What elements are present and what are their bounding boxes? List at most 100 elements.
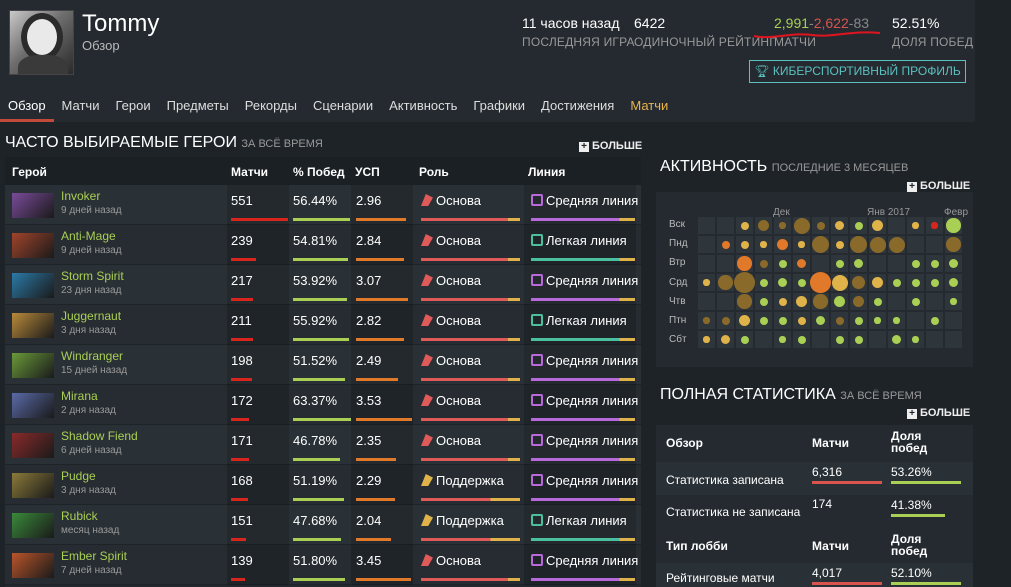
esports-profile-button[interactable]: 🏆︎ КИБЕРСПОРТИВНЫЙ ПРОФИЛЬ <box>749 60 966 83</box>
hero-portrait[interactable] <box>12 473 54 498</box>
tab-achievements[interactable]: Достижения <box>533 94 622 122</box>
activity-day-cell[interactable] <box>945 312 962 329</box>
activity-day-cell[interactable] <box>926 293 943 310</box>
activity-day-cell[interactable] <box>888 217 905 234</box>
heroes-more-button[interactable]: + БОЛЬШЕ <box>579 140 642 152</box>
hero-row[interactable]: Windranger 15 дней назад 198 51.52% 2.49 Осно… <box>5 345 641 385</box>
hero-last-played: 6 дней назад <box>61 445 122 456</box>
hero-portrait[interactable] <box>12 353 54 378</box>
full-stats-more-button[interactable]: + БОЛЬШЕ <box>907 407 970 419</box>
activity-day-cell[interactable] <box>869 255 886 272</box>
activity-dot <box>759 316 768 325</box>
hero-portrait[interactable] <box>12 273 54 298</box>
hero-portrait[interactable] <box>12 313 54 338</box>
hero-row[interactable]: Juggernaut 3 дня назад 211 55.92% 2.82 Основа… <box>5 305 641 345</box>
mid-lane-icon <box>531 434 543 446</box>
hero-portrait[interactable] <box>12 433 54 458</box>
activity-dot <box>797 335 806 344</box>
hero-row[interactable]: Shadow Fiend 6 дней назад 171 46.78% 2.35 Осн… <box>5 425 641 465</box>
activity-dot <box>810 272 831 293</box>
activity-day-cell[interactable] <box>926 236 943 253</box>
heroes-table-header: Герой Матчи % Побед УСП Роль Линия <box>5 157 641 185</box>
hero-name[interactable]: Rubick <box>61 509 98 523</box>
activity-dot <box>778 316 787 325</box>
tab-matches-plus[interactable]: Матчи <box>622 94 676 122</box>
activity-day-cell[interactable] <box>755 331 772 348</box>
winrate-bar <box>293 218 350 221</box>
activity-day-cell[interactable] <box>698 293 715 310</box>
hero-lane: Средняя линия <box>531 353 638 368</box>
full-stats-header: Обзор Матчи Доля побед <box>656 425 973 462</box>
tab-heroes[interactable]: Герои <box>107 94 158 122</box>
activity-day-cell[interactable] <box>869 331 886 348</box>
hero-kda: 2.04 <box>356 513 382 528</box>
col-kda[interactable]: УСП <box>355 165 380 179</box>
username[interactable]: Tommy <box>82 10 159 38</box>
activity-day-cell[interactable] <box>888 293 905 310</box>
hero-name[interactable]: Juggernaut <box>61 309 121 323</box>
hero-row[interactable]: Ember Spirit 7 дней назад 139 51.80% 3.45 Осн… <box>5 545 641 585</box>
activity-day-cell[interactable] <box>888 255 905 272</box>
hero-portrait[interactable] <box>12 233 54 258</box>
activity-day-cell[interactable] <box>926 331 943 348</box>
col-winrate[interactable]: % Побед <box>293 165 345 179</box>
hero-matches: 172 <box>231 393 253 408</box>
hero-row[interactable]: Pudge 3 дня назад 168 51.19% 2.29 Поддержка Ср… <box>5 465 641 505</box>
activity-day-cell[interactable] <box>717 217 734 234</box>
winrate-value: 52.51% <box>892 15 940 31</box>
carry-icon <box>421 434 433 446</box>
col-matches[interactable]: Матчи <box>231 165 268 179</box>
activity-dot <box>911 259 920 268</box>
hero-row[interactable]: Mirana 2 дня назад 172 63.37% 3.53 Основа Сред… <box>5 385 641 425</box>
full-stats-table: Обзор Матчи Доля побед Статистика записа… <box>656 425 973 587</box>
hero-row[interactable]: Invoker 9 дней назад 551 56.44% 2.96 Основа Ср… <box>5 185 641 225</box>
mid-lane-icon <box>531 394 543 406</box>
tab-items[interactable]: Предметы <box>159 94 237 122</box>
hero-portrait[interactable] <box>12 553 54 578</box>
hero-name[interactable]: Anti-Mage <box>61 229 116 243</box>
activity-day-cell[interactable] <box>717 255 734 272</box>
hero-name[interactable]: Windranger <box>61 349 123 363</box>
activity-day-cell[interactable] <box>698 217 715 234</box>
hero-portrait[interactable] <box>12 513 54 538</box>
hero-portrait[interactable] <box>12 393 54 418</box>
hero-role: Основа <box>421 233 481 248</box>
activity-day-cell[interactable] <box>812 331 829 348</box>
carry-icon <box>421 394 433 406</box>
activity-day-cell[interactable] <box>698 236 715 253</box>
hero-name[interactable]: Mirana <box>61 389 98 403</box>
tab-overview[interactable]: Обзор <box>0 94 54 122</box>
full-stats-row[interactable]: Статистика не записана 174 41.38% <box>656 495 973 528</box>
activity-day-cell[interactable] <box>907 236 924 253</box>
tab-records[interactable]: Рекорды <box>237 94 305 122</box>
hero-row[interactable]: Rubick месяц назад 151 47.68% 2.04 Поддержка Л… <box>5 505 641 545</box>
activity-day-cell[interactable] <box>717 293 734 310</box>
hero-name[interactable]: Storm Spirit <box>61 269 124 283</box>
activity-day-cell[interactable] <box>907 312 924 329</box>
hero-name[interactable]: Shadow Fiend <box>61 429 138 443</box>
activity-day-cell[interactable] <box>945 331 962 348</box>
col-hero[interactable]: Герой <box>12 165 47 179</box>
tab-matches[interactable]: Матчи <box>54 94 108 122</box>
carry-icon <box>421 274 433 286</box>
hero-name[interactable]: Invoker <box>61 189 100 203</box>
col-lane[interactable]: Линия <box>528 165 565 179</box>
hero-row[interactable]: Anti-Mage 9 дней назад 239 54.81% 2.84 Основа… <box>5 225 641 265</box>
tab-activity[interactable]: Активность <box>381 94 465 122</box>
activity-dot <box>797 316 806 325</box>
activity-day-cell[interactable] <box>698 255 715 272</box>
hero-lane: Средняя линия <box>531 273 638 288</box>
hero-last-played: 3 дня назад <box>61 485 116 496</box>
hero-portrait[interactable] <box>12 193 54 218</box>
col-role[interactable]: Роль <box>419 165 449 179</box>
activity-more-button[interactable]: + БОЛЬШЕ <box>907 180 970 192</box>
full-stats-row[interactable]: Рейтинговые матчи 4,017 52.10% <box>656 563 973 587</box>
hero-name[interactable]: Pudge <box>61 469 96 483</box>
tab-graphs[interactable]: Графики <box>465 94 533 122</box>
hero-row[interactable]: Storm Spirit 23 дня назад 217 53.92% 3.07 Осн… <box>5 265 641 305</box>
tab-scenarios[interactable]: Сценарии <box>305 94 381 122</box>
avatar[interactable] <box>9 10 74 75</box>
full-stats-row[interactable]: Статистика записана 6,316 53.26% <box>656 462 973 495</box>
hero-name[interactable]: Ember Spirit <box>61 549 127 563</box>
activity-day-cell[interactable] <box>812 255 829 272</box>
